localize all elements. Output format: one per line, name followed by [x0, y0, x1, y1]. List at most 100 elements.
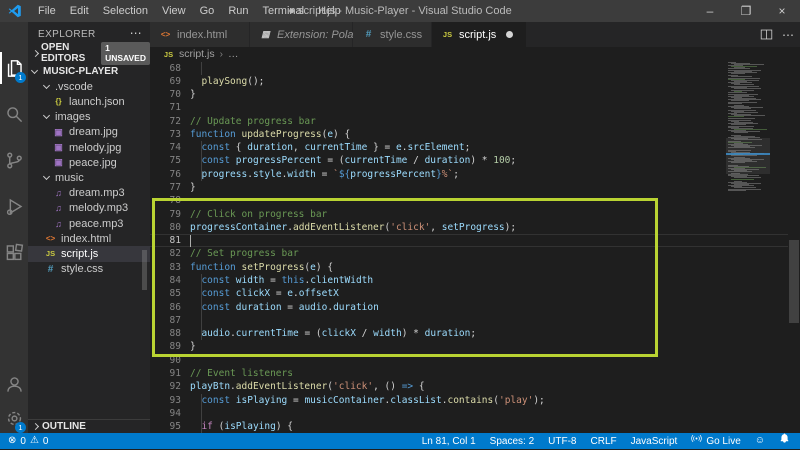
tab-index-html[interactable]: <>index.html: [150, 22, 250, 47]
activitybar-search-icon[interactable]: [0, 94, 28, 134]
code-line-74[interactable]: const { duration, currentTime } = e.srcE…: [190, 141, 800, 154]
tree-item-music-player[interactable]: MUSIC-PLAYER: [28, 64, 150, 79]
close-button[interactable]: ×: [764, 0, 800, 22]
tree-item--vscode[interactable]: .vscode: [28, 79, 150, 94]
code-line-75[interactable]: const progressPercent = (currentTime / d…: [190, 154, 800, 167]
status-indentation[interactable]: Spaces: 2: [490, 436, 534, 447]
code-line-72[interactable]: // Update progress bar: [190, 115, 800, 128]
tab-extension-polacode[interactable]: ▦Extension: Polacode: [250, 22, 353, 47]
broadcast-icon: [691, 433, 702, 450]
status-cursor-position[interactable]: Ln 81, Col 1: [422, 436, 476, 447]
line-number[interactable]: 70: [150, 88, 181, 101]
line-number[interactable]: 73: [150, 128, 181, 141]
tree-item-melody-jpg[interactable]: ▣melody.jpg: [28, 140, 150, 155]
minimize-button[interactable]: –: [692, 0, 728, 22]
line-number[interactable]: 72: [150, 115, 181, 128]
line-number[interactable]: 75: [150, 154, 181, 167]
tree-item-label: images: [55, 111, 90, 123]
status-warnings[interactable]: ⚠0: [30, 433, 49, 449]
code-line-94[interactable]: [190, 407, 800, 420]
line-number[interactable]: 95: [150, 420, 181, 433]
sidebar-scrollbar[interactable]: [142, 250, 147, 290]
line-number[interactable]: 92: [150, 380, 181, 393]
line-number[interactable]: 93: [150, 394, 181, 407]
code-line-95[interactable]: if (isPlaying) {: [190, 420, 800, 433]
tree-item-index-html[interactable]: <>index.html: [28, 231, 150, 246]
line-number[interactable]: 71: [150, 101, 181, 114]
tree-item-dream-jpg[interactable]: ▣dream.jpg: [28, 125, 150, 140]
code-line-93[interactable]: const isPlaying = musicContainer.classLi…: [190, 394, 800, 407]
line-number[interactable]: 74: [150, 141, 181, 154]
code-line-92[interactable]: playBtn.addEventListener('click', () => …: [190, 380, 800, 393]
outline-label: OUTLINE: [42, 421, 86, 432]
breadcrumb-symbol[interactable]: …: [228, 48, 239, 60]
status-encoding[interactable]: UTF-8: [548, 436, 576, 447]
editor-more-actions-icon[interactable]: ⋯: [782, 28, 794, 42]
badge: 1: [15, 72, 26, 83]
code-line-77[interactable]: }: [190, 181, 800, 194]
tab-style-css[interactable]: #style.css: [353, 22, 432, 47]
unsaved-dot-icon[interactable]: [506, 31, 513, 38]
line-number[interactable]: 77: [150, 181, 181, 194]
status-go-live[interactable]: Go Live: [691, 433, 740, 450]
bell-icon: [779, 433, 790, 450]
tree-item-dream-mp3[interactable]: ♫dream.mp3: [28, 186, 150, 201]
line-number[interactable]: 91: [150, 367, 181, 380]
tree-item-images[interactable]: images: [28, 110, 150, 125]
tree-item-melody-mp3[interactable]: ♫melody.mp3: [28, 201, 150, 216]
activitybar-explorer-icon[interactable]: 1: [0, 48, 28, 88]
tree-item-launch-json[interactable]: {}launch.json: [28, 94, 150, 109]
tree-item-label: style.css: [61, 263, 103, 275]
code-line-91[interactable]: // Event listeners: [190, 367, 800, 380]
tree-item-script-js[interactable]: JSscript.js: [28, 246, 150, 261]
explorer-more-actions-icon[interactable]: ⋯: [130, 26, 142, 40]
tree-item-peace-jpg[interactable]: ▣peace.jpg: [28, 155, 150, 170]
minimap[interactable]: [726, 62, 770, 434]
code-line-71[interactable]: [190, 101, 800, 114]
status-eol[interactable]: CRLF: [591, 436, 617, 447]
menu-item-view[interactable]: View: [155, 0, 193, 22]
code-line-76[interactable]: progress.style.width = `${progressPercen…: [190, 168, 800, 181]
split-editor-icon[interactable]: [760, 28, 773, 41]
tree-item-label: music: [55, 172, 84, 184]
chevron-down-icon: [43, 112, 50, 119]
minimap-line: [728, 118, 755, 119]
outline-section[interactable]: OUTLINE: [28, 419, 150, 433]
menu-item-go[interactable]: Go: [193, 0, 222, 22]
menu-item-edit[interactable]: Edit: [63, 0, 96, 22]
menu-item-run[interactable]: Run: [221, 0, 255, 22]
minimap-viewport[interactable]: [726, 138, 770, 174]
status-notifications[interactable]: [779, 433, 790, 450]
breadcrumb-file[interactable]: script.js: [179, 48, 215, 60]
status-feedback[interactable]: ☺: [755, 433, 765, 449]
error-icon: ⊗: [8, 433, 16, 449]
tree-item-style-css[interactable]: #style.css: [28, 262, 150, 277]
code-line-69[interactable]: playSong();: [190, 75, 800, 88]
tree-item-label: MUSIC-PLAYER: [43, 66, 118, 77]
explorer-title: EXPLORER: [38, 29, 96, 40]
code-line-70[interactable]: }: [190, 88, 800, 101]
line-number[interactable]: 94: [150, 407, 181, 420]
tab-script-js[interactable]: JSscript.js: [432, 22, 527, 47]
editor-scrollbar[interactable]: [789, 240, 799, 323]
menu-item-selection[interactable]: Selection: [96, 0, 155, 22]
code-line-68[interactable]: [190, 62, 800, 75]
menu-item-file[interactable]: File: [31, 0, 63, 22]
json-file-icon: {}: [52, 97, 65, 106]
activitybar-extensions-icon[interactable]: [0, 232, 28, 272]
activitybar-settings-icon[interactable]: 1: [0, 398, 28, 438]
js-file-icon: JS: [44, 249, 57, 258]
activitybar-run-debug-icon[interactable]: [0, 186, 28, 226]
tree-item-peace-mp3[interactable]: ♫peace.mp3: [28, 216, 150, 231]
status-language[interactable]: JavaScript: [631, 436, 678, 447]
code-line-73[interactable]: function updateProgress(e) {: [190, 128, 800, 141]
line-number[interactable]: 68: [150, 62, 181, 75]
tree-item-music[interactable]: music: [28, 170, 150, 185]
restore-button[interactable]: ❐: [728, 0, 764, 22]
activitybar-source-control-icon[interactable]: [0, 140, 28, 180]
open-editors-section[interactable]: OPEN EDITORS 1 UNSAVED: [28, 44, 150, 62]
line-number[interactable]: 76: [150, 168, 181, 181]
line-number[interactable]: 69: [150, 75, 181, 88]
breadcrumb: JS script.js › …: [150, 47, 800, 62]
status-errors[interactable]: ⊗0: [8, 433, 26, 449]
